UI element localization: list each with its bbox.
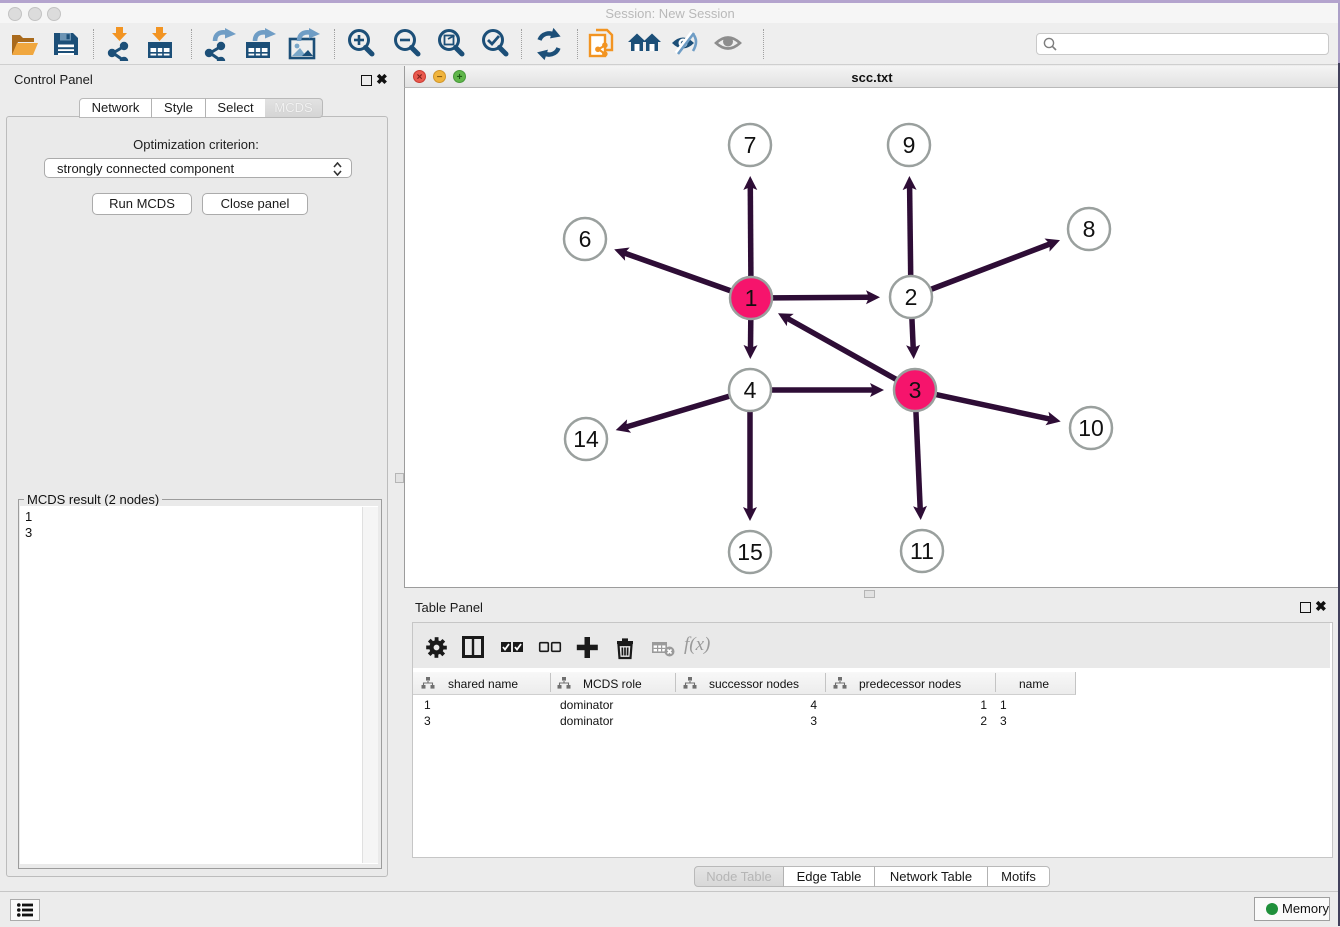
- svg-text:14: 14: [573, 426, 599, 452]
- svg-text:4: 4: [744, 377, 757, 403]
- svg-text:10: 10: [1078, 415, 1104, 441]
- svg-text:15: 15: [737, 539, 763, 565]
- svg-text:8: 8: [1083, 216, 1096, 242]
- svg-text:6: 6: [579, 226, 592, 252]
- svg-text:7: 7: [744, 132, 757, 158]
- svg-text:2: 2: [905, 284, 918, 310]
- svg-text:9: 9: [903, 132, 916, 158]
- svg-text:3: 3: [909, 377, 922, 403]
- svg-text:11: 11: [910, 538, 934, 564]
- svg-text:1: 1: [745, 285, 758, 311]
